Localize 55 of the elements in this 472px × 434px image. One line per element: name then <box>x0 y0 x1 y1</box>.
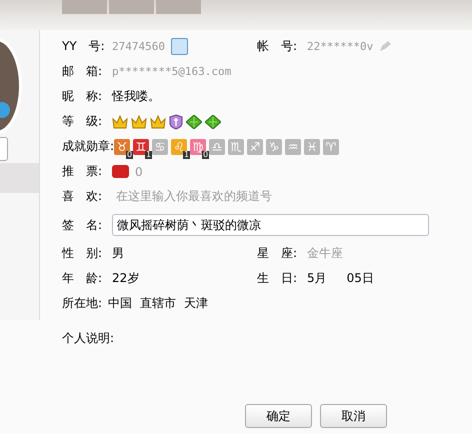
medal-count: 1 <box>182 150 190 158</box>
leaf-icon <box>186 114 202 128</box>
confirm-button[interactable]: 确定 <box>245 404 312 428</box>
contact-card-icon[interactable] <box>170 38 188 55</box>
field-label: 签 名: <box>62 216 104 234</box>
crown-icon <box>150 114 166 128</box>
field-label: 个人说明: <box>62 330 114 347</box>
pencil-icon[interactable] <box>379 40 392 53</box>
field-label: 推 票: <box>62 163 104 180</box>
field-value: 22岁 <box>112 270 140 287</box>
field-value: 22******0v <box>307 40 374 53</box>
field-value: 金牛座 <box>307 245 343 262</box>
zodiac-medal: ♑ <box>266 138 282 154</box>
photo-placeholder <box>62 0 107 14</box>
field-value: 05日 <box>346 270 374 287</box>
field-label: 性 别: <box>62 245 104 262</box>
location-value: 中国 <box>108 295 132 312</box>
field-value: 5月 <box>307 270 327 287</box>
field-label: 所在地: <box>62 295 102 312</box>
field-label: 喜 欢: <box>62 188 104 205</box>
field-value: 男 <box>112 245 124 262</box>
zodiac-medal: ♎ <box>209 138 226 154</box>
zodiac-medal: ♐ <box>247 138 264 154</box>
signature-input[interactable]: 微风摇碎树荫丶斑驳的微凉 <box>112 214 429 236</box>
location-value: 直辖市 <box>140 295 176 312</box>
field-value: p********5@163.com <box>112 65 232 78</box>
crown-icon <box>112 114 128 128</box>
shield-icon <box>169 114 183 130</box>
zodiac-medal: ♓ <box>304 138 320 154</box>
ticket-icon <box>112 165 129 178</box>
photo-placeholder <box>156 0 201 14</box>
vote-count: 0 <box>135 164 143 178</box>
field-label: 年 龄: <box>62 270 104 287</box>
field-value: 怪我喽。 <box>112 88 160 105</box>
field-label: 等 级: <box>62 113 104 130</box>
field-label: YY 号: <box>62 38 106 55</box>
field-label: 昵 称: <box>62 88 104 105</box>
field-label: 成就勋章: <box>62 138 114 155</box>
leaf-icon <box>205 114 221 128</box>
field-label: 生 日: <box>257 270 298 287</box>
zodiac-medal: ♋ <box>152 138 168 154</box>
field-label: 星 座: <box>257 245 298 262</box>
field-label: 邮 箱: <box>62 63 104 80</box>
medal-count: 1 <box>144 150 152 158</box>
zodiac-medal: ♒ <box>285 138 302 154</box>
zodiac-medal: ♈ <box>323 138 340 154</box>
zodiac-medal: ♏ <box>228 138 244 154</box>
medal-count: 0 <box>126 150 134 158</box>
medal-count: 0 <box>202 150 210 158</box>
field-label: 帐 号: <box>257 38 298 55</box>
field-value: 27474560 <box>112 40 165 53</box>
photo-placeholder <box>109 0 154 14</box>
location-value: 天津 <box>184 295 208 312</box>
cancel-button[interactable]: 取消 <box>320 404 387 428</box>
crown-icon <box>131 114 147 128</box>
